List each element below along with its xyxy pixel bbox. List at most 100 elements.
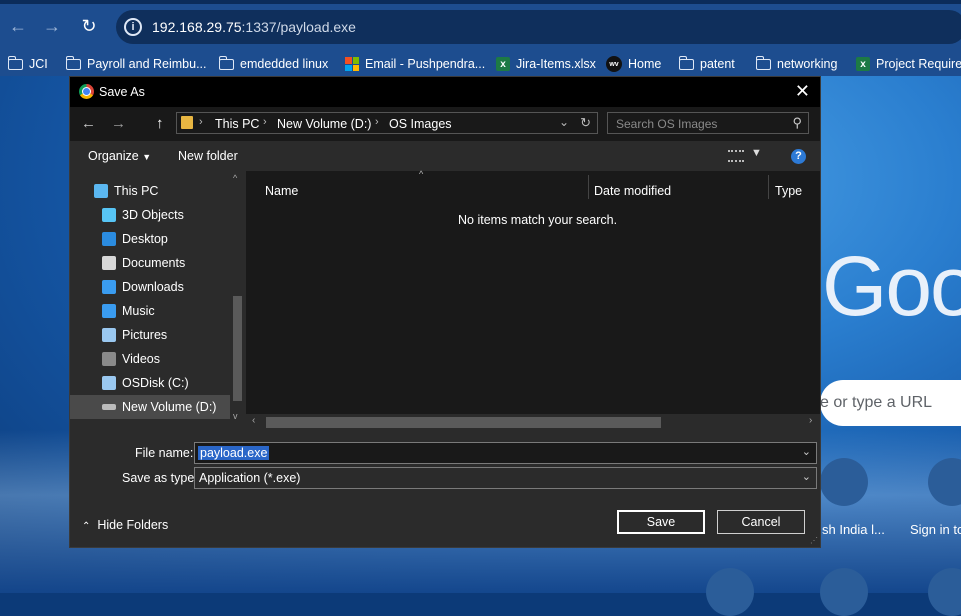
chevron-down-icon[interactable]: ⌄ (559, 115, 569, 129)
bookmark-networking[interactable]: networking (755, 55, 837, 73)
bookmark-patent[interactable]: patent (678, 55, 735, 73)
save-as-type-select[interactable]: Application (*.exe) ⌄ (194, 467, 817, 489)
navigation-pane: This PC 3D Objects Desktop Documents Dow… (70, 171, 245, 429)
folder-icon (755, 55, 771, 70)
organize-button[interactable]: Organize ▼ (88, 149, 151, 163)
help-icon[interactable]: ? (791, 149, 806, 164)
empty-message: No items match your search. (458, 213, 618, 227)
chevron-down-icon[interactable]: ⌄ (802, 470, 811, 483)
nav-item-downloads[interactable]: Downloads (70, 275, 230, 299)
refresh-icon[interactable]: ↻ (580, 115, 591, 131)
save-button[interactable]: Save (617, 510, 705, 534)
nav-item-music[interactable]: Music (70, 299, 230, 323)
desktop-icon (102, 232, 116, 246)
excel-icon: x (856, 57, 870, 71)
list-scroll-thumb[interactable] (266, 417, 661, 428)
nav-item-osdisk[interactable]: OSDisk (C:) (70, 371, 230, 395)
file-list: Name ^ Date modified Type No items match… (246, 169, 820, 429)
save-as-dialog: Save As ✕ ← → ↑ › This PC › New Volume (… (69, 76, 821, 548)
forward-icon[interactable]: → (40, 14, 64, 38)
site-info-icon[interactable]: i (124, 18, 142, 36)
file-name-value[interactable]: payload.exe (198, 446, 270, 460)
picture-icon (102, 328, 116, 342)
dialog-title: Save As (99, 85, 145, 99)
back-icon[interactable]: ← (81, 115, 96, 132)
close-icon[interactable]: ✕ (795, 81, 810, 102)
folder-icon (7, 55, 23, 70)
chevron-down-icon[interactable]: ⌄ (802, 445, 811, 458)
bookmark-payroll[interactable]: Payroll and Reimbu... (65, 55, 207, 73)
reload-icon[interactable]: ↻ (77, 14, 101, 38)
breadcrumb-this-pc[interactable]: This PC (215, 117, 259, 131)
nav-item-desktop[interactable]: Desktop (70, 227, 230, 251)
shortcut-tile-1-label: sh India l... (822, 522, 885, 537)
folder-icon (181, 116, 193, 129)
list-horizontal-scrollbar[interactable]: ‹ › (246, 414, 820, 429)
file-name-label: File name: (135, 446, 194, 460)
nav-item-this-pc[interactable]: This PC (70, 179, 230, 203)
chevron-down-icon[interactable]: v (233, 411, 238, 421)
search-input[interactable]: Search OS Images ⚲ (607, 112, 809, 134)
bookmark-email[interactable]: Email - Pushpendra... (345, 55, 485, 73)
shortcut-tile-3[interactable] (706, 568, 754, 616)
bookmarks-bar: JCI Payroll and Reimbu... emdedded linux… (0, 52, 961, 76)
column-date-modified[interactable]: Date modified (594, 184, 671, 198)
browser-toolbar: ← → ↻ i 192.168.29.75:1337/payload.exe (0, 0, 961, 52)
chevron-right-icon[interactable]: › (263, 116, 267, 128)
column-divider[interactable] (588, 175, 589, 199)
up-icon[interactable]: ↑ (156, 115, 164, 132)
video-icon (102, 352, 116, 366)
breadcrumb-new-volume[interactable]: New Volume (D:) (277, 117, 371, 131)
chevron-right-icon[interactable]: › (375, 116, 379, 128)
nav-scrollbar[interactable]: ^ v (230, 171, 245, 429)
chevron-up-icon[interactable]: ^ (233, 173, 237, 183)
shortcut-tile-4[interactable] (820, 568, 868, 616)
nav-item-pictures[interactable]: Pictures (70, 323, 230, 347)
dialog-titlebar: Save As ✕ (70, 77, 820, 107)
new-folder-button[interactable]: New folder (178, 149, 238, 163)
chevron-left-icon[interactable]: ‹ (252, 415, 255, 426)
resize-grip-icon[interactable]: ⋰ (810, 536, 818, 545)
search-icon: ⚲ (792, 115, 802, 130)
forward-icon[interactable]: → (111, 115, 126, 132)
chevron-down-icon[interactable]: ▼ (751, 147, 762, 159)
folder-icon (678, 55, 694, 70)
bookmark-embedded-linux[interactable]: emdedded linux (218, 55, 328, 73)
breadcrumb[interactable]: › This PC › New Volume (D:) › OS Images … (176, 112, 598, 134)
bookmark-home[interactable]: wv Home (606, 55, 661, 73)
address-bar[interactable]: i 192.168.29.75:1337/payload.exe (116, 10, 961, 44)
ntp-search-box[interactable]: e or type a URL (820, 380, 961, 426)
shortcut-tile-1[interactable] (820, 458, 868, 506)
chevron-right-icon[interactable]: › (809, 415, 812, 426)
chevron-right-icon[interactable]: › (199, 116, 203, 128)
chrome-icon (79, 84, 94, 99)
tab-strip (0, 0, 961, 4)
hide-folders-button[interactable]: ⌃ Hide Folders (82, 518, 168, 532)
nav-scroll-thumb[interactable] (233, 296, 242, 401)
shortcut-tile-2-label: Sign in to (910, 522, 961, 537)
view-options-icon[interactable] (728, 150, 744, 162)
chevron-down-icon: ▼ (142, 152, 152, 162)
nav-item-new-volume[interactable]: New Volume (D:) (70, 395, 230, 419)
back-icon[interactable]: ← (6, 14, 30, 38)
bookmark-jci[interactable]: JCI (7, 55, 48, 73)
search-placeholder: Search OS Images (616, 117, 718, 131)
ntp-search-placeholder: e or type a URL (820, 394, 933, 411)
chevron-up-icon: ⌃ (82, 521, 91, 532)
dialog-toolbar: Organize ▼ New folder ▼ ? (70, 141, 820, 171)
column-divider[interactable] (768, 175, 769, 199)
nav-item-3d-objects[interactable]: 3D Objects (70, 203, 230, 227)
cancel-button[interactable]: Cancel (717, 510, 805, 534)
bookmark-jira-items[interactable]: x Jira-Items.xlsx (496, 55, 596, 73)
breadcrumb-os-images[interactable]: OS Images (389, 117, 452, 131)
save-as-type-label: Save as type: (122, 471, 198, 485)
column-name[interactable]: Name (265, 184, 298, 198)
bookmark-project-requirements[interactable]: xProject Requirem (856, 55, 961, 73)
nav-item-documents[interactable]: Documents (70, 251, 230, 275)
save-as-type-value: Application (*.exe) (199, 471, 301, 485)
column-type[interactable]: Type (775, 184, 802, 198)
nav-item-videos[interactable]: Videos (70, 347, 230, 371)
wv-icon: wv (606, 56, 622, 72)
url-text[interactable]: 192.168.29.75:1337/payload.exe (152, 19, 356, 35)
file-name-field[interactable]: payload.exe ⌄ (194, 442, 817, 464)
